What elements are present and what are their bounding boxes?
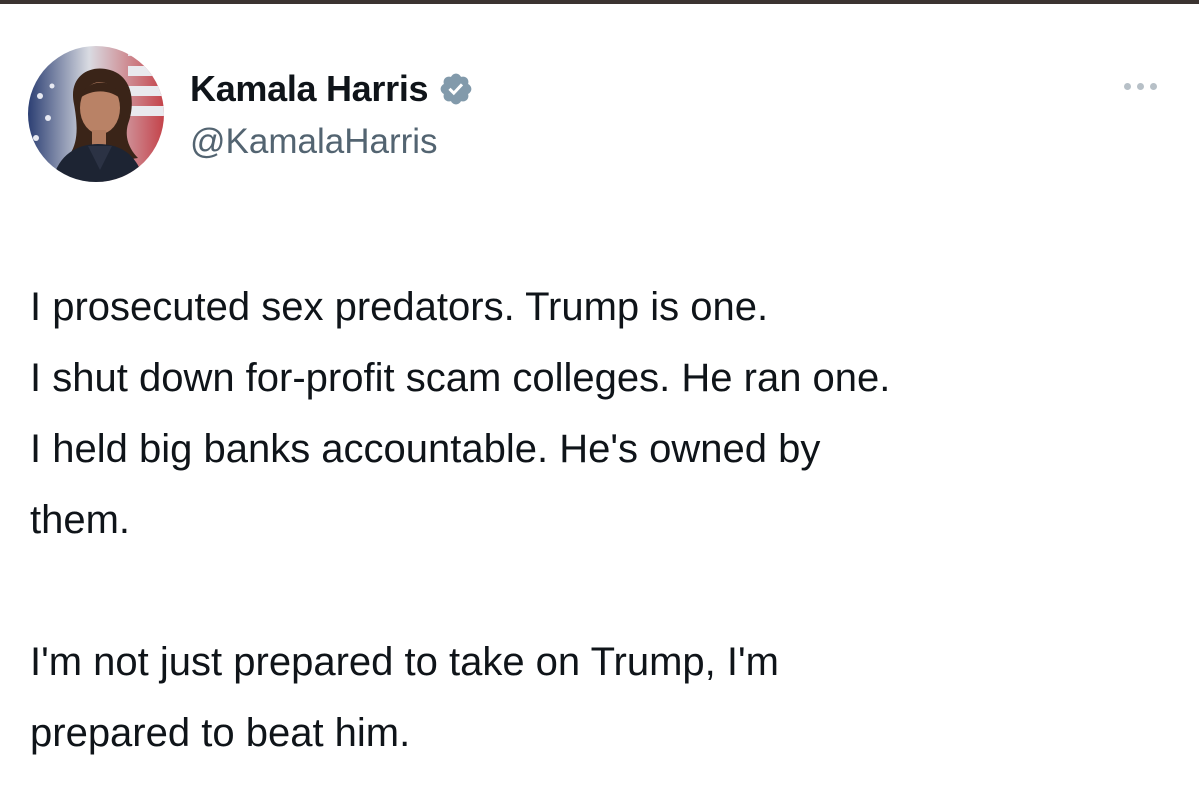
user-handle[interactable]: @KamalaHarris xyxy=(190,122,438,162)
tweet-line: I shut down for-profit scam colleges. He… xyxy=(30,356,891,400)
tweet-text: I prosecuted sex predators. Trump is one… xyxy=(30,272,1190,769)
tweet-line: I'm not just prepared to take on Trump, … xyxy=(30,640,779,684)
tweet-line: I held big banks accountable. He's owned… xyxy=(30,427,821,471)
tweet-card: Kamala Harris @KamalaHarris I prosecuted… xyxy=(0,4,1199,793)
display-name[interactable]: Kamala Harris xyxy=(190,68,429,110)
paragraph-break xyxy=(30,556,1190,627)
more-options-icon-dot xyxy=(1136,82,1144,90)
verified-badge-icon xyxy=(438,71,474,107)
more-options-icon-dot xyxy=(1149,82,1157,90)
name-row: Kamala Harris xyxy=(190,66,474,112)
tweet-line: prepared to beat him. xyxy=(30,711,411,755)
avatar[interactable] xyxy=(28,46,164,182)
tweet-line: I prosecuted sex predators. Trump is one… xyxy=(30,285,769,329)
more-options-icon xyxy=(1123,82,1131,90)
tweet-line: them. xyxy=(30,498,131,542)
more-options-button[interactable] xyxy=(1110,74,1170,98)
